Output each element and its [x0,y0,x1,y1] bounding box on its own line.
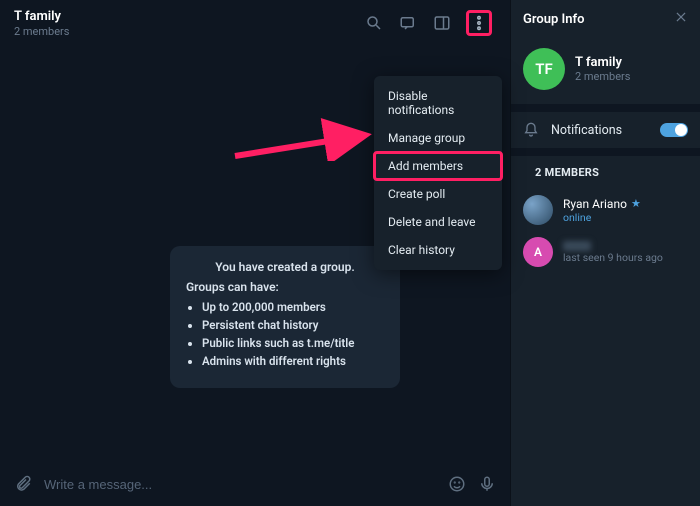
chat-body: Disable notifications Manage group Add m… [0,46,510,462]
more-button-highlight [466,10,492,36]
system-message-card: You have created a group. Groups can hav… [170,246,400,388]
member-avatar: A [523,237,553,267]
mic-icon[interactable] [478,475,496,493]
message-composer [0,462,510,506]
members-heading: 2 MEMBERS [535,166,599,179]
message-input[interactable] [44,477,436,492]
chat-subtitle: 2 members [14,25,364,38]
chat-pane: T family 2 members Disable notifications… [0,0,510,506]
syscard-bullet: Persistent chat history [202,318,384,332]
chat-title-block[interactable]: T family 2 members [10,9,364,38]
member-avatar [523,195,553,225]
menu-clear-history[interactable]: Clear history [374,236,502,264]
syscard-bullet: Up to 200,000 members [202,300,384,314]
notifications-toggle[interactable] [660,123,688,137]
menu-disable-notifications[interactable]: Disable notifications [374,82,502,124]
close-icon[interactable] [674,10,688,28]
chat-header: T family 2 members [0,0,510,46]
group-name: T family [575,55,630,70]
member-status: last seen 9 hours ago [563,251,663,264]
chat-icon[interactable] [398,13,418,33]
syscard-bullet: Public links such as t.me/title [202,336,384,350]
annotation-arrow [230,91,380,161]
emoji-icon[interactable] [448,475,466,493]
member-status: online [563,211,641,224]
bell-icon [523,122,539,138]
menu-add-members[interactable]: Add members [374,152,502,180]
context-menu: Disable notifications Manage group Add m… [374,76,502,270]
member-row[interactable]: A last seen 9 hours ago [511,231,700,273]
menu-manage-group[interactable]: Manage group [374,124,502,152]
syscard-line1: You have created a group. [186,260,384,274]
panel-title: Group Info [523,12,674,27]
menu-delete-and-leave[interactable]: Delete and leave [374,208,502,236]
syscard-line2: Groups can have: [186,280,384,294]
notifications-row[interactable]: Notifications [511,112,700,148]
notifications-label: Notifications [551,123,622,138]
group-avatar: TF [523,48,565,90]
member-name: Ryan Ariano [563,197,627,211]
menu-create-poll[interactable]: Create poll [374,180,502,208]
member-name-redacted [563,241,591,251]
group-info-panel: Group Info TF T family 2 members Notific… [510,0,700,506]
group-profile[interactable]: TF T family 2 members [511,38,700,104]
group-sub: 2 members [575,70,630,83]
more-icon[interactable] [469,13,489,33]
member-row[interactable]: Ryan Ariano ★ online [511,189,700,231]
paperclip-icon[interactable] [14,475,32,493]
search-icon[interactable] [364,13,384,33]
star-icon: ★ [631,197,641,210]
sidepanel-icon[interactable] [432,13,452,33]
syscard-bullet: Admins with different rights [202,354,384,368]
chat-title: T family [14,9,364,24]
